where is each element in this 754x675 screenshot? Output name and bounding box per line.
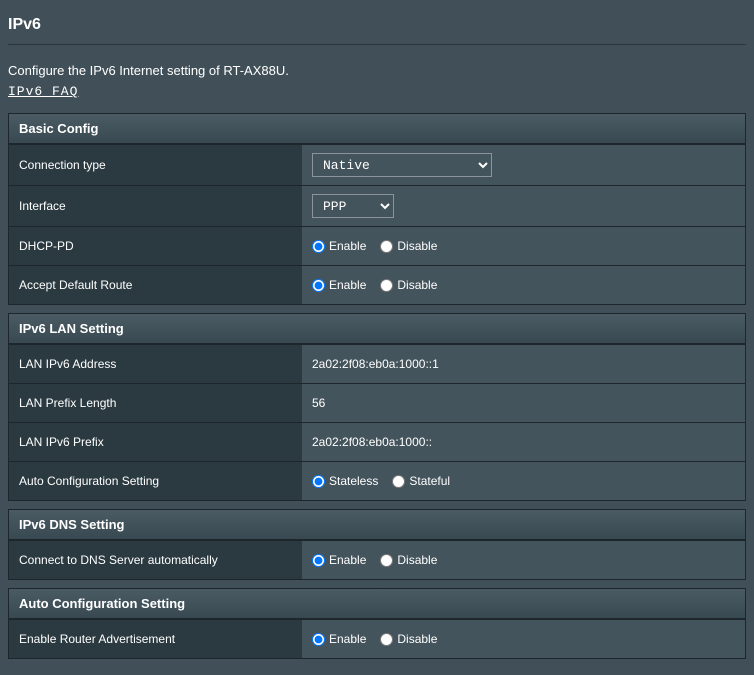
label-interface: Interface — [9, 186, 302, 226]
row-auto-conf: Auto Configuration Setting Stateless Sta… — [9, 461, 745, 500]
page-description: Configure the IPv6 Internet setting of R… — [8, 63, 746, 78]
section-auto-conf: Auto Configuration Setting Enable Router… — [8, 588, 746, 659]
dhcp-pd-enable-radio[interactable] — [312, 240, 325, 253]
section-header-lan: IPv6 LAN Setting — [9, 314, 745, 344]
ra-disable-radio[interactable] — [380, 633, 393, 646]
section-header-dns: IPv6 DNS Setting — [9, 510, 745, 540]
dhcp-pd-disable-option[interactable]: Disable — [380, 239, 437, 253]
label-connection-type: Connection type — [9, 145, 302, 185]
dhcp-pd-disable-radio[interactable] — [380, 240, 393, 253]
dns-enable-radio[interactable] — [312, 554, 325, 567]
label-lan-prefix: LAN IPv6 Prefix — [9, 423, 302, 461]
section-basic-config: Basic Config Connection type Native Inte… — [8, 113, 746, 305]
dhcp-pd-enable-option[interactable]: Enable — [312, 239, 366, 253]
value-dhcp-pd: Enable Disable — [302, 227, 745, 265]
stateful-label: Stateful — [409, 474, 450, 488]
enable-label: Enable — [329, 278, 366, 292]
enable-label: Enable — [329, 553, 366, 567]
adr-enable-radio[interactable] — [312, 279, 325, 292]
dns-enable-option[interactable]: Enable — [312, 553, 366, 567]
section-header-auto: Auto Configuration Setting — [9, 589, 745, 619]
value-auto-conf: Stateless Stateful — [302, 462, 745, 500]
label-accept-default-route: Accept Default Route — [9, 266, 302, 304]
label-dhcp-pd: DHCP-PD — [9, 227, 302, 265]
dns-disable-radio[interactable] — [380, 554, 393, 567]
stateless-option[interactable]: Stateless — [312, 474, 378, 488]
value-lan-prefix: 2a02:2f08:eb0a:1000:: — [302, 423, 745, 461]
label-connect-dns: Connect to DNS Server automatically — [9, 541, 302, 579]
section-dns-setting: IPv6 DNS Setting Connect to DNS Server a… — [8, 509, 746, 580]
row-dhcp-pd: DHCP-PD Enable Disable — [9, 226, 745, 265]
section-header-basic: Basic Config — [9, 114, 745, 144]
value-lan-addr: 2a02:2f08:eb0a:1000::1 — [302, 345, 745, 383]
enable-label: Enable — [329, 239, 366, 253]
value-connection-type: Native — [302, 145, 745, 185]
value-connect-dns: Enable Disable — [302, 541, 745, 579]
interface-select[interactable]: PPP — [312, 194, 394, 218]
row-connect-dns: Connect to DNS Server automatically Enab… — [9, 540, 745, 579]
adr-disable-radio[interactable] — [380, 279, 393, 292]
ra-enable-option[interactable]: Enable — [312, 632, 366, 646]
disable-label: Disable — [397, 278, 437, 292]
adr-disable-option[interactable]: Disable — [380, 278, 437, 292]
value-enable-ra: Enable Disable — [302, 620, 745, 658]
row-interface: Interface PPP — [9, 185, 745, 226]
row-lan-prefix-len: LAN Prefix Length 56 — [9, 383, 745, 422]
stateful-option[interactable]: Stateful — [392, 474, 450, 488]
ra-enable-radio[interactable] — [312, 633, 325, 646]
page-title: IPv6 — [8, 8, 746, 44]
dns-disable-option[interactable]: Disable — [380, 553, 437, 567]
row-accept-default-route: Accept Default Route Enable Disable — [9, 265, 745, 304]
label-lan-addr: LAN IPv6 Address — [9, 345, 302, 383]
section-lan-setting: IPv6 LAN Setting LAN IPv6 Address 2a02:2… — [8, 313, 746, 501]
label-auto-conf: Auto Configuration Setting — [9, 462, 302, 500]
value-interface: PPP — [302, 186, 745, 226]
stateless-radio[interactable] — [312, 475, 325, 488]
label-enable-ra: Enable Router Advertisement — [9, 620, 302, 658]
disable-label: Disable — [397, 239, 437, 253]
ra-disable-option[interactable]: Disable — [380, 632, 437, 646]
label-lan-prefix-len: LAN Prefix Length — [9, 384, 302, 422]
ipv6-faq-link[interactable]: IPv6 FAQ — [8, 84, 78, 99]
value-accept-default-route: Enable Disable — [302, 266, 745, 304]
row-lan-addr: LAN IPv6 Address 2a02:2f08:eb0a:1000::1 — [9, 344, 745, 383]
enable-label: Enable — [329, 632, 366, 646]
connection-type-select[interactable]: Native — [312, 153, 492, 177]
stateful-radio[interactable] — [392, 475, 405, 488]
row-enable-ra: Enable Router Advertisement Enable Disab… — [9, 619, 745, 658]
stateless-label: Stateless — [329, 474, 378, 488]
disable-label: Disable — [397, 632, 437, 646]
value-lan-prefix-len: 56 — [302, 384, 745, 422]
disable-label: Disable — [397, 553, 437, 567]
adr-enable-option[interactable]: Enable — [312, 278, 366, 292]
divider — [8, 44, 746, 45]
row-connection-type: Connection type Native — [9, 144, 745, 185]
row-lan-prefix: LAN IPv6 Prefix 2a02:2f08:eb0a:1000:: — [9, 422, 745, 461]
